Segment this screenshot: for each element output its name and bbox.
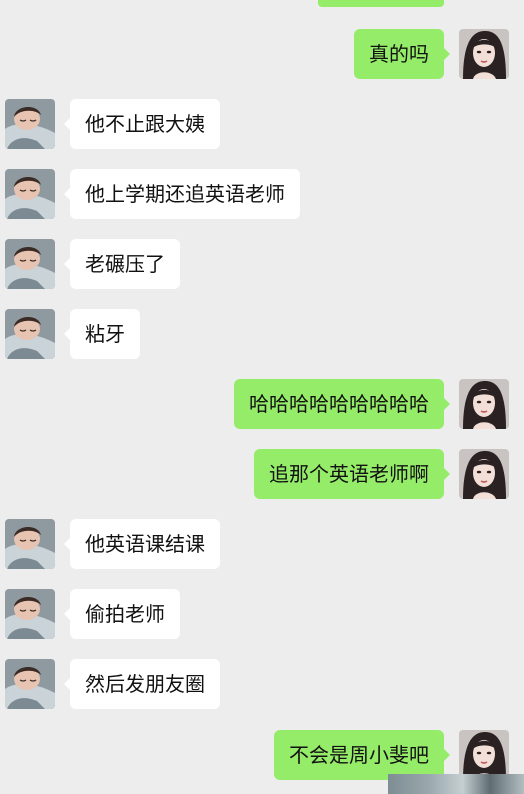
chat-message-incoming: 偷拍老师 — [0, 589, 524, 639]
sleeping-child-avatar[interactable] — [5, 239, 55, 289]
sleeping-child-avatar[interactable] — [5, 169, 55, 219]
girl-portrait-avatar-image — [459, 379, 509, 429]
girl-portrait-avatar[interactable] — [459, 730, 509, 780]
chat-message-incoming: 他英语课结课 — [0, 519, 524, 569]
chat-message-list[interactable]: 真的吗 他不止跟大姨 他上学期还追英语老师 老碾压了 粘牙 哈哈哈哈哈哈哈哈哈 … — [0, 0, 524, 794]
sleeping-child-avatar[interactable] — [5, 99, 55, 149]
sleeping-child-avatar-image — [5, 309, 55, 359]
chat-message-outgoing: 真的吗 — [0, 29, 524, 79]
girl-portrait-avatar-image — [459, 29, 509, 79]
message-bubble[interactable]: 粘牙 — [64, 309, 140, 359]
message-bubble[interactable]: 哈哈哈哈哈哈哈哈哈 — [234, 379, 450, 429]
sleeping-child-avatar-image — [5, 239, 55, 289]
sleeping-child-avatar-image — [5, 169, 55, 219]
sleeping-child-avatar[interactable] — [5, 309, 55, 359]
chat-message-outgoing: 追那个英语老师啊 — [0, 449, 524, 499]
chat-message-incoming: 然后发朋友圈 — [0, 659, 524, 709]
girl-portrait-avatar[interactable] — [459, 29, 509, 79]
chat-message-outgoing: 不会是周小斐吧 — [0, 730, 524, 780]
message-bubble[interactable]: 他上学期还追英语老师 — [64, 169, 300, 219]
message-bubble[interactable]: 真的吗 — [354, 29, 450, 79]
chat-message-incoming: 粘牙 — [0, 309, 524, 359]
sleeping-child-avatar-image — [5, 589, 55, 639]
girl-portrait-avatar[interactable] — [459, 449, 509, 499]
message-bubble[interactable]: 然后发朋友圈 — [64, 659, 220, 709]
chat-message-incoming: 老碾压了 — [0, 239, 524, 289]
sleeping-child-avatar-image — [5, 99, 55, 149]
message-bubble[interactable]: 偷拍老师 — [64, 589, 180, 639]
sleeping-child-avatar[interactable] — [5, 589, 55, 639]
girl-portrait-avatar[interactable] — [459, 379, 509, 429]
message-bubble[interactable]: 不会是周小斐吧 — [274, 730, 450, 780]
message-bubble[interactable]: 追那个英语老师啊 — [254, 449, 450, 499]
previous-message-bubble-edge — [318, 0, 444, 7]
sleeping-child-avatar-image — [5, 519, 55, 569]
message-bubble[interactable]: 老碾压了 — [64, 239, 180, 289]
girl-portrait-avatar-image — [459, 730, 509, 780]
sleeping-child-avatar[interactable] — [5, 659, 55, 709]
girl-portrait-avatar-image — [459, 449, 509, 499]
sleeping-child-avatar-image — [5, 659, 55, 709]
chat-message-outgoing: 哈哈哈哈哈哈哈哈哈 — [0, 379, 524, 429]
message-bubble[interactable]: 他不止跟大姨 — [64, 99, 220, 149]
next-image-thumbnail[interactable] — [388, 774, 524, 794]
message-bubble[interactable]: 他英语课结课 — [64, 519, 220, 569]
sleeping-child-avatar[interactable] — [5, 519, 55, 569]
chat-message-incoming: 他不止跟大姨 — [0, 99, 524, 149]
chat-message-incoming: 他上学期还追英语老师 — [0, 169, 524, 219]
